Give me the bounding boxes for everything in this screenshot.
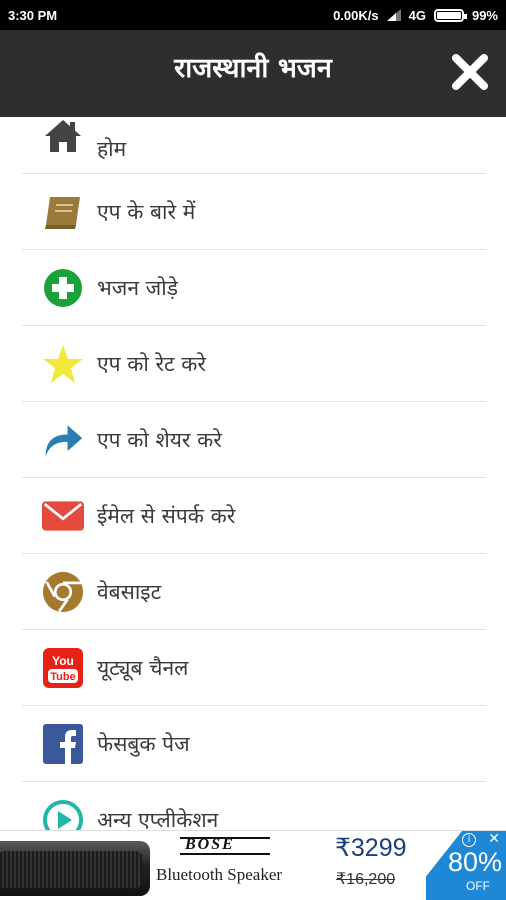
ad-product-image xyxy=(0,841,150,896)
youtube-icon: You Tube xyxy=(42,647,84,689)
ad-info-icon[interactable]: i xyxy=(462,833,476,847)
close-button[interactable] xyxy=(450,52,490,92)
menu-item-label: होम xyxy=(97,137,127,161)
ad-banner[interactable]: BOSE Bluetooth Speaker ₹3299 ₹16,200 80%… xyxy=(0,830,506,900)
app-header: राजस्थानी भजन xyxy=(0,30,506,117)
ad-close-icon[interactable]: ✕ xyxy=(488,831,500,847)
status-battery: 99% xyxy=(471,7,498,23)
menu-item-label: यूट्यूब चैनल xyxy=(97,655,189,680)
mail-icon xyxy=(42,495,84,537)
menu-item-label: ईमेल से संपर्क करे xyxy=(97,503,236,528)
nav-menu: होम एप के बारे में भजन जोड़े एप को रेट क… xyxy=(22,117,486,858)
menu-item-add-bhajan[interactable]: भजन जोड़े xyxy=(22,250,486,326)
page-title: राजस्थानी भजन xyxy=(174,53,332,84)
ad-discount-percent: 80% xyxy=(447,847,502,877)
menu-item-label: एप को शेयर करे xyxy=(97,427,222,452)
ad-product-name: Bluetooth Speaker xyxy=(156,865,283,884)
menu-item-email-contact[interactable]: ईमेल से संपर्क करे xyxy=(22,478,486,554)
ad-brand-logo: BOSE xyxy=(185,836,235,853)
chrome-icon xyxy=(42,571,84,613)
book-icon xyxy=(42,191,84,233)
menu-item-label: वेबसाइट xyxy=(97,579,162,604)
menu-item-label: एप को रेट करे xyxy=(97,351,207,376)
menu-item-label: भजन जोड़े xyxy=(97,275,178,300)
status-network: 4G xyxy=(408,7,426,23)
menu-item-website[interactable]: वेबसाइट xyxy=(22,554,486,630)
battery-fill xyxy=(436,11,461,19)
svg-text:You: You xyxy=(52,654,74,668)
close-icon xyxy=(452,54,488,90)
battery-icon xyxy=(433,8,467,22)
menu-item-home[interactable]: होम xyxy=(22,117,486,174)
status-indicators: 0.00K/s 4G 99% xyxy=(333,8,498,23)
menu-item-share-app[interactable]: एप को शेयर करे xyxy=(22,402,486,478)
menu-item-label: फेसबुक पेज xyxy=(97,731,190,756)
menu-item-label: एप के बारे में xyxy=(97,199,196,224)
status-bar: 3:30 PM 0.00K/s 4G 99% xyxy=(0,0,506,30)
speaker-grille xyxy=(0,851,142,888)
status-time: 3:30 PM xyxy=(8,7,58,23)
star-icon xyxy=(42,343,84,385)
menu-item-about[interactable]: एप के बारे में xyxy=(22,174,486,250)
share-arrow-icon xyxy=(42,419,84,461)
menu-item-rate-app[interactable]: एप को रेट करे xyxy=(22,326,486,402)
ad-discount-label: OFF xyxy=(466,879,490,893)
plus-circle-icon xyxy=(42,267,84,309)
svg-text:Tube: Tube xyxy=(50,671,75,683)
ad-price: ₹3299 xyxy=(335,834,407,862)
facebook-icon xyxy=(42,723,84,765)
ad-old-price: ₹16,200 xyxy=(336,871,396,888)
status-speed: 0.00K/s xyxy=(333,7,379,23)
home-icon xyxy=(42,115,84,157)
menu-item-youtube-channel[interactable]: You Tube यूट्यूब चैनल xyxy=(22,630,486,706)
signal-icon xyxy=(386,9,401,21)
menu-item-facebook-page[interactable]: फेसबुक पेज xyxy=(22,706,486,782)
